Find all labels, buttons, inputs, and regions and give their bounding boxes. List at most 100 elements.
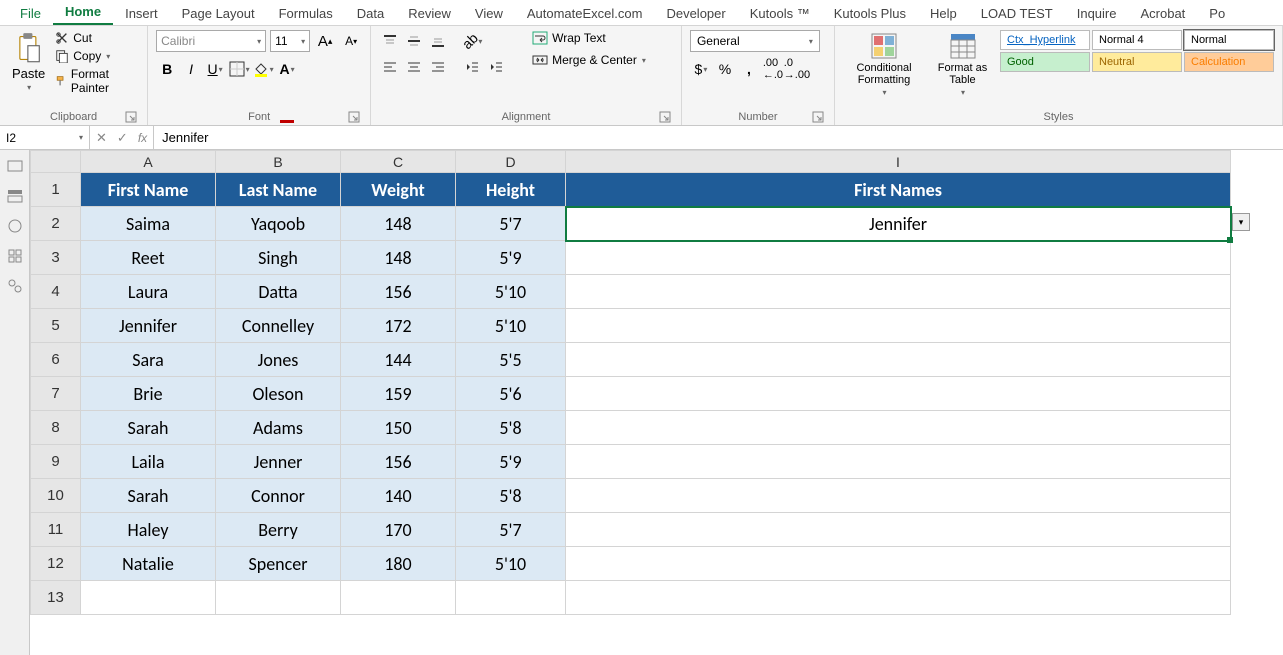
select-all-corner[interactable] — [31, 151, 81, 173]
row-header-2[interactable]: 2 — [31, 207, 81, 241]
format-painter-button[interactable]: Format Painter — [53, 66, 139, 96]
tab-data[interactable]: Data — [345, 2, 396, 25]
tab-load-test[interactable]: LOAD TEST — [969, 2, 1065, 25]
panel-icon[interactable] — [7, 278, 23, 294]
row-header-5[interactable]: 5 — [31, 309, 81, 343]
cell-C4[interactable]: 156 — [341, 275, 456, 309]
tab-file[interactable]: File — [8, 2, 53, 25]
align-right-button[interactable] — [427, 56, 449, 78]
cell-A6[interactable]: Sara — [81, 343, 216, 377]
wrap-text-button[interactable]: Wrap Text — [532, 30, 646, 46]
panel-icon[interactable] — [7, 158, 23, 174]
style-neutral[interactable]: Neutral — [1092, 52, 1182, 72]
cell-A2[interactable]: Saima — [81, 207, 216, 241]
row-header-12[interactable]: 12 — [31, 547, 81, 581]
row-header-7[interactable]: 7 — [31, 377, 81, 411]
enter-icon[interactable]: ✓ — [117, 130, 128, 146]
tab-home[interactable]: Home — [53, 0, 113, 25]
row-header-1[interactable]: 1 — [31, 173, 81, 207]
increase-font-button[interactable]: A▴ — [314, 30, 336, 52]
col-header-A[interactable]: A — [81, 151, 216, 173]
cell-I10[interactable] — [566, 479, 1231, 513]
merge-center-button[interactable]: Merge & Center ▾ — [532, 52, 646, 68]
panel-icon[interactable] — [7, 218, 23, 234]
cell-D6[interactable]: 5'5 — [456, 343, 566, 377]
cell-A1[interactable]: First Name — [81, 173, 216, 207]
cell-C3[interactable]: 148 — [341, 241, 456, 275]
cell-B11[interactable]: Berry — [216, 513, 341, 547]
cell-I2[interactable]: Jennifer▾ — [566, 207, 1231, 241]
italic-button[interactable]: I — [180, 58, 202, 80]
spreadsheet-grid[interactable]: ABCDI1First NameLast NameWeightHeightFir… — [30, 150, 1231, 615]
cell-I8[interactable] — [566, 411, 1231, 445]
cell-A5[interactable]: Jennifer — [81, 309, 216, 343]
cell-B13[interactable] — [216, 581, 341, 615]
col-header-D[interactable]: D — [456, 151, 566, 173]
style-normal-4[interactable]: Normal 4 — [1092, 30, 1182, 50]
font-name-combo[interactable]: Calibri▾ — [156, 30, 266, 52]
panel-icon[interactable] — [7, 188, 23, 204]
name-box[interactable]: I2▾ — [0, 126, 90, 149]
style-good[interactable]: Good — [1000, 52, 1090, 72]
cell-B9[interactable]: Jenner — [216, 445, 341, 479]
cell-I9[interactable] — [566, 445, 1231, 479]
style-calculation[interactable]: Calculation — [1184, 52, 1274, 72]
decrease-font-button[interactable]: A▾ — [340, 30, 362, 52]
tab-help[interactable]: Help — [918, 2, 969, 25]
cancel-icon[interactable]: ✕ — [96, 130, 107, 146]
number-format-combo[interactable]: General▾ — [690, 30, 820, 52]
row-header-3[interactable]: 3 — [31, 241, 81, 275]
cell-B10[interactable]: Connor — [216, 479, 341, 513]
cell-I12[interactable] — [566, 547, 1231, 581]
cell-D10[interactable]: 5'8 — [456, 479, 566, 513]
row-header-6[interactable]: 6 — [31, 343, 81, 377]
decrease-decimal-button[interactable]: .0→.00 — [786, 58, 808, 80]
cell-B8[interactable]: Adams — [216, 411, 341, 445]
cell-C11[interactable]: 170 — [341, 513, 456, 547]
increase-indent-button[interactable] — [485, 56, 507, 78]
orientation-button[interactable]: ab▾ — [461, 30, 483, 52]
cell-B6[interactable]: Jones — [216, 343, 341, 377]
paste-button[interactable]: Paste ▾ — [8, 30, 49, 94]
align-center-button[interactable] — [403, 56, 425, 78]
dialog-launcher-icon[interactable] — [812, 111, 824, 123]
accounting-format-button[interactable]: $▾ — [690, 58, 712, 80]
underline-button[interactable]: U▾ — [204, 58, 226, 80]
cell-A9[interactable]: Laila — [81, 445, 216, 479]
tab-insert[interactable]: Insert — [113, 2, 170, 25]
cell-B12[interactable]: Spencer — [216, 547, 341, 581]
row-header-11[interactable]: 11 — [31, 513, 81, 547]
cut-button[interactable]: Cut — [53, 30, 139, 46]
cell-B2[interactable]: Yaqoob — [216, 207, 341, 241]
style-normal[interactable]: Normal — [1184, 30, 1274, 50]
fx-icon[interactable]: fx — [138, 131, 147, 145]
cell-D8[interactable]: 5'8 — [456, 411, 566, 445]
cell-D1[interactable]: Height — [456, 173, 566, 207]
tab-kutools-[interactable]: Kutools ™ — [738, 2, 822, 25]
cell-D11[interactable]: 5'7 — [456, 513, 566, 547]
font-color-button[interactable]: A▾ — [276, 58, 298, 80]
conditional-formatting-button[interactable]: Conditional Formatting▾ — [843, 30, 925, 99]
cell-C5[interactable]: 172 — [341, 309, 456, 343]
cell-C9[interactable]: 156 — [341, 445, 456, 479]
cell-I13[interactable] — [566, 581, 1231, 615]
formula-input[interactable]: Jennifer — [154, 126, 1283, 149]
cell-styles-gallery[interactable]: Ctx_HyperlinkNormal 4Normal GoodNeutralCa… — [1000, 30, 1274, 72]
tab-po[interactable]: Po — [1197, 2, 1237, 25]
cell-C10[interactable]: 140 — [341, 479, 456, 513]
cell-I1[interactable]: First Names — [566, 173, 1231, 207]
row-header-4[interactable]: 4 — [31, 275, 81, 309]
percent-button[interactable]: % — [714, 58, 736, 80]
cell-I7[interactable] — [566, 377, 1231, 411]
cell-A8[interactable]: Sarah — [81, 411, 216, 445]
align-left-button[interactable] — [379, 56, 401, 78]
cell-C13[interactable] — [341, 581, 456, 615]
style-ctx_hyperlink[interactable]: Ctx_Hyperlink — [1000, 30, 1090, 50]
row-header-9[interactable]: 9 — [31, 445, 81, 479]
cell-I5[interactable] — [566, 309, 1231, 343]
row-header-10[interactable]: 10 — [31, 479, 81, 513]
cell-C2[interactable]: 148 — [341, 207, 456, 241]
cell-D9[interactable]: 5'9 — [456, 445, 566, 479]
cell-C8[interactable]: 150 — [341, 411, 456, 445]
tab-acrobat[interactable]: Acrobat — [1128, 2, 1197, 25]
